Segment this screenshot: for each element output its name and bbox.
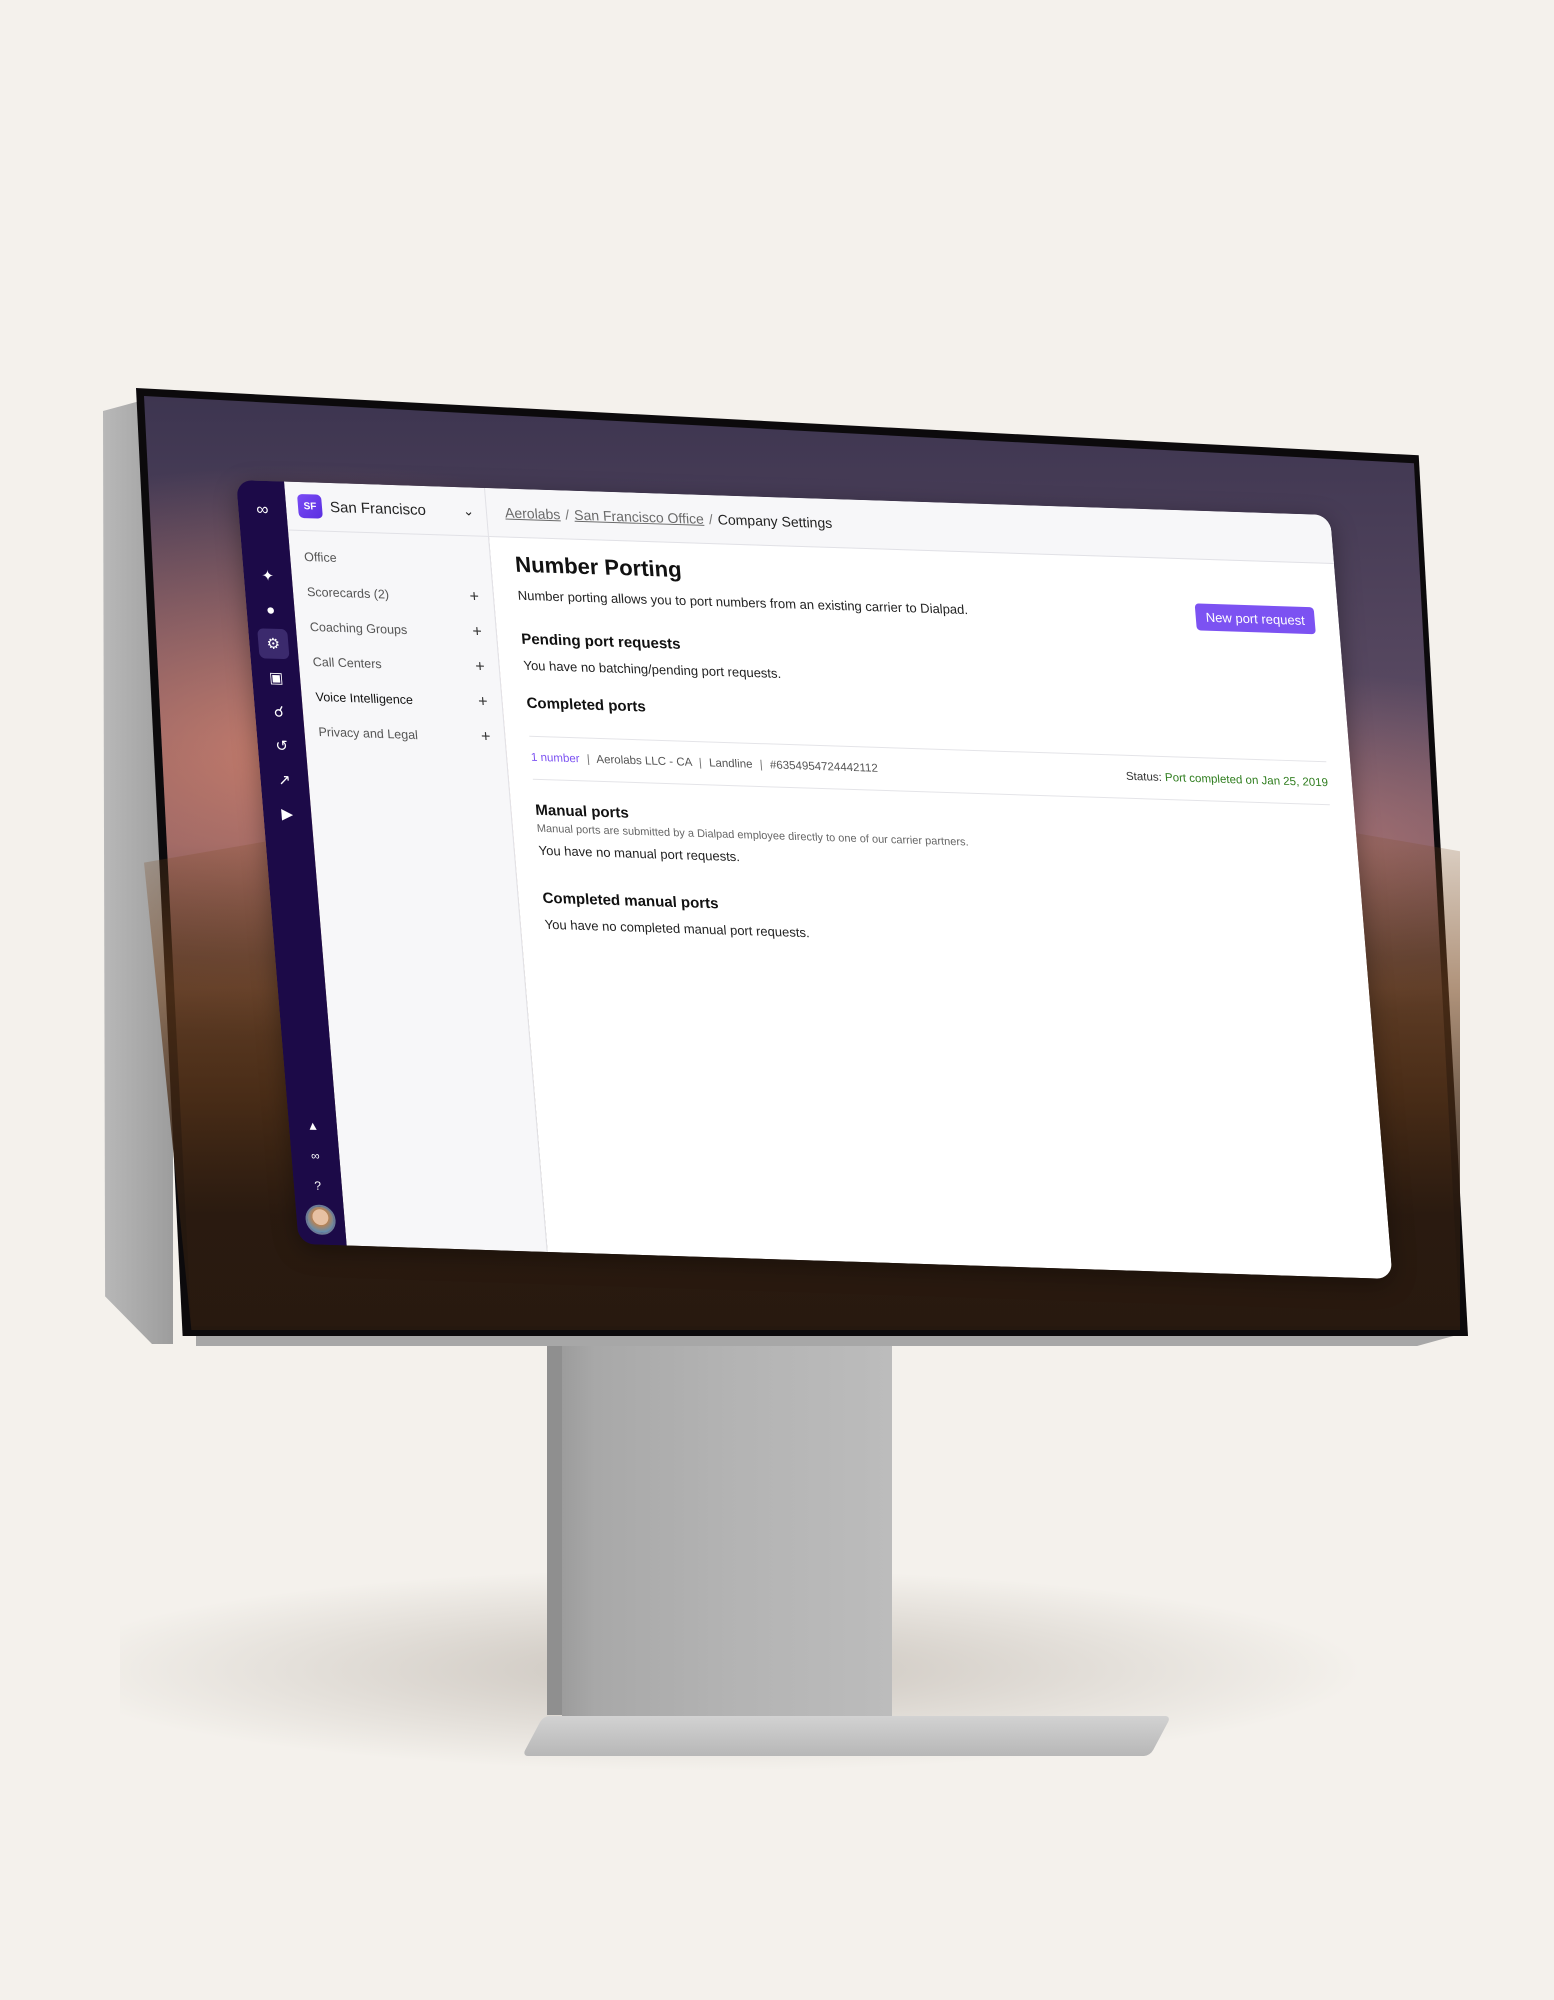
headset-icon[interactable]: ☌	[263, 696, 295, 727]
title-row: Number Porting Number porting allows you…	[514, 552, 1316, 635]
rail-bottom: ▲ ∞ ?	[288, 1110, 346, 1236]
new-port-request-button[interactable]: New port request	[1194, 603, 1316, 635]
sidebar-list: Office Scorecards (2) + Coaching Groups …	[288, 531, 506, 755]
dialpad-icon[interactable]: ∞	[299, 1142, 331, 1169]
office-name: San Francisco	[329, 498, 427, 519]
port-company: Aerolabs LLC - CA	[595, 753, 693, 769]
breadcrumb-current: Company Settings	[717, 511, 833, 532]
breadcrumb-separator: /	[564, 506, 570, 523]
main-panel: Aerolabs / San Francisco Office / Compan…	[485, 487, 1393, 1280]
add-icon[interactable]: +	[475, 658, 486, 676]
video-settings-icon[interactable]: ▶	[271, 798, 303, 829]
completed-heading: Completed ports	[525, 694, 647, 716]
sidebar-item-label: Voice Intelligence	[315, 689, 414, 707]
sidebar-item-label: Privacy and Legal	[317, 724, 419, 742]
user-icon[interactable]: ●	[254, 594, 286, 625]
completed-port-row: 1 number | Aerolabs LLC - CA | Landline …	[529, 735, 1330, 806]
sidebar-item-label: Scorecards (2)	[306, 584, 390, 602]
dialpad-logo-icon[interactable]: ∞	[246, 494, 278, 525]
page-title: Number Porting	[514, 551, 683, 583]
add-icon[interactable]: +	[478, 693, 489, 711]
gear-icon[interactable]: ⚙	[257, 628, 290, 660]
page-content: Number Porting Number porting allows you…	[489, 537, 1367, 972]
bell-icon[interactable]: ▲	[297, 1112, 329, 1139]
page-description: Number porting allows you to port number…	[517, 587, 969, 618]
add-icon[interactable]: +	[469, 588, 480, 606]
team-icon[interactable]: ▣	[260, 662, 292, 693]
add-icon[interactable]: +	[480, 728, 491, 746]
monitor-stand-edge	[547, 1340, 563, 1715]
status-badge: Port completed on Jan 25, 2019	[1164, 772, 1329, 790]
office-badge: SF	[296, 493, 323, 519]
ai-sparkle-icon[interactable]: ✦	[252, 560, 284, 591]
breadcrumb-separator: /	[708, 511, 714, 528]
breadcrumb-link-office[interactable]: San Francisco Office	[573, 507, 704, 527]
separator: |	[698, 757, 703, 770]
analytics-icon[interactable]: ↗	[268, 764, 300, 795]
sidebar-item-label: Call Centers	[312, 654, 383, 671]
chevron-down-icon[interactable]: ⌄	[462, 503, 474, 519]
help-icon[interactable]: ?	[302, 1172, 334, 1199]
port-number-count-link[interactable]: 1 number	[531, 752, 581, 766]
add-icon[interactable]: +	[472, 623, 483, 641]
separator: |	[759, 759, 764, 772]
sidebar-item-privacy-legal[interactable]: Privacy and Legal +	[303, 714, 506, 755]
sidebar-item-label: Office	[303, 549, 338, 565]
office-switcher[interactable]: SF San Francisco ⌄	[284, 481, 489, 537]
history-icon[interactable]: ↺	[266, 730, 298, 761]
monitor-stand-base	[522, 1716, 1172, 1756]
status-label: Status:	[1125, 770, 1163, 784]
sidebar-item-label: Coaching Groups	[309, 619, 408, 637]
dialpad-app-window: ∞ ✦ ● ⚙ ▣ ☌ ↺ ↗ ▶ ▲ ∞ ? SF San Francisco…	[236, 480, 1393, 1280]
user-avatar[interactable]	[304, 1204, 337, 1236]
separator: |	[586, 753, 591, 766]
monitor-stand	[562, 1340, 892, 1720]
port-id: #6354954724442112	[769, 759, 879, 775]
port-type: Landline	[708, 757, 754, 771]
breadcrumb-link-company[interactable]: Aerolabs	[504, 505, 561, 523]
